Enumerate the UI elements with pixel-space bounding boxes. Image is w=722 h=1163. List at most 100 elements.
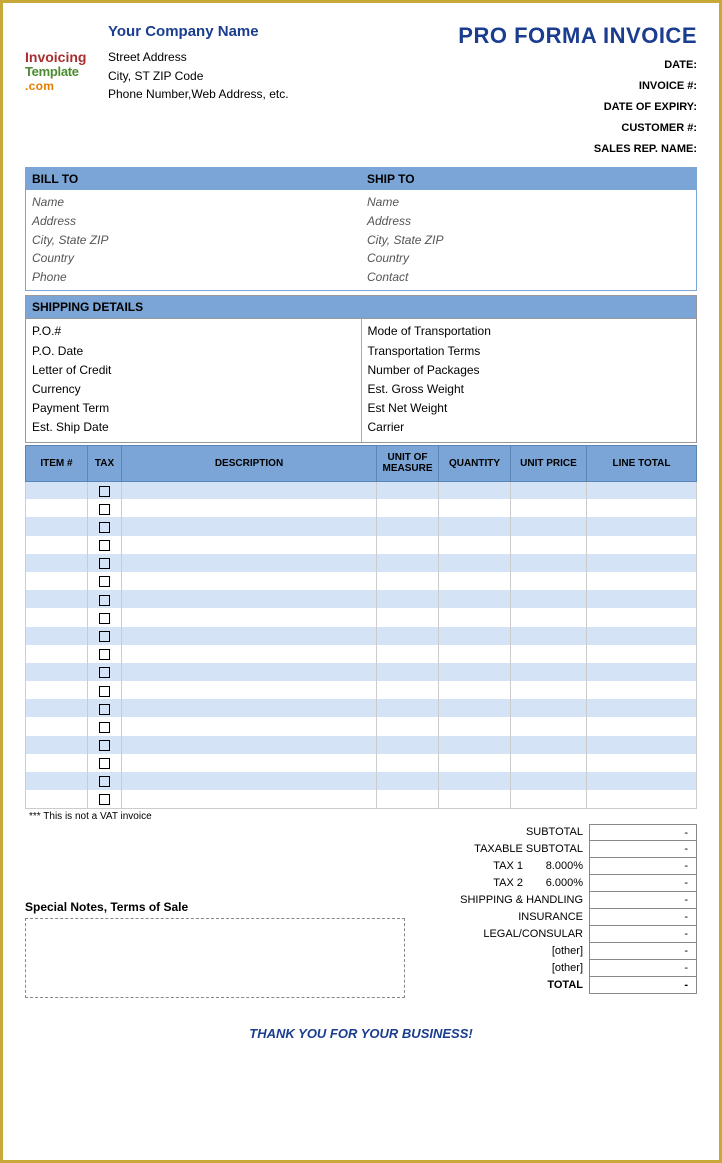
qty-cell[interactable] — [439, 699, 511, 717]
desc-cell[interactable] — [122, 554, 377, 572]
item-cell[interactable] — [26, 627, 88, 645]
desc-cell[interactable] — [122, 536, 377, 554]
desc-cell[interactable] — [122, 517, 377, 535]
desc-cell[interactable] — [122, 572, 377, 590]
desc-cell[interactable] — [122, 717, 377, 735]
unit-cell[interactable] — [377, 627, 439, 645]
unit-cell[interactable] — [377, 717, 439, 735]
item-cell[interactable] — [26, 554, 88, 572]
checkbox-icon[interactable] — [99, 704, 110, 715]
checkbox-icon[interactable] — [99, 649, 110, 660]
checkbox-icon[interactable] — [99, 595, 110, 606]
price-cell[interactable] — [511, 536, 587, 554]
desc-cell[interactable] — [122, 772, 377, 790]
unit-cell[interactable] — [377, 772, 439, 790]
item-cell[interactable] — [26, 717, 88, 735]
desc-cell[interactable] — [122, 736, 377, 754]
price-cell[interactable] — [511, 517, 587, 535]
item-cell[interactable] — [26, 590, 88, 608]
item-cell[interactable] — [26, 536, 88, 554]
unit-cell[interactable] — [377, 572, 439, 590]
checkbox-icon[interactable] — [99, 576, 110, 587]
qty-cell[interactable] — [439, 772, 511, 790]
item-cell[interactable] — [26, 481, 88, 499]
unit-cell[interactable] — [377, 754, 439, 772]
qty-cell[interactable] — [439, 517, 511, 535]
item-cell[interactable] — [26, 499, 88, 517]
checkbox-icon[interactable] — [99, 686, 110, 697]
checkbox-icon[interactable] — [99, 776, 110, 787]
price-cell[interactable] — [511, 754, 587, 772]
item-cell[interactable] — [26, 790, 88, 808]
price-cell[interactable] — [511, 481, 587, 499]
qty-cell[interactable] — [439, 736, 511, 754]
qty-cell[interactable] — [439, 717, 511, 735]
unit-cell[interactable] — [377, 499, 439, 517]
unit-cell[interactable] — [377, 736, 439, 754]
price-cell[interactable] — [511, 645, 587, 663]
checkbox-icon[interactable] — [99, 722, 110, 733]
price-cell[interactable] — [511, 681, 587, 699]
checkbox-icon[interactable] — [99, 486, 110, 497]
unit-cell[interactable] — [377, 481, 439, 499]
unit-cell[interactable] — [377, 536, 439, 554]
price-cell[interactable] — [511, 572, 587, 590]
checkbox-icon[interactable] — [99, 631, 110, 642]
checkbox-icon[interactable] — [99, 740, 110, 751]
item-cell[interactable] — [26, 754, 88, 772]
desc-cell[interactable] — [122, 790, 377, 808]
desc-cell[interactable] — [122, 590, 377, 608]
qty-cell[interactable] — [439, 681, 511, 699]
checkbox-icon[interactable] — [99, 794, 110, 805]
unit-cell[interactable] — [377, 699, 439, 717]
unit-cell[interactable] — [377, 790, 439, 808]
item-cell[interactable] — [26, 517, 88, 535]
price-cell[interactable] — [511, 590, 587, 608]
unit-cell[interactable] — [377, 681, 439, 699]
checkbox-icon[interactable] — [99, 504, 110, 515]
desc-cell[interactable] — [122, 663, 377, 681]
item-cell[interactable] — [26, 645, 88, 663]
qty-cell[interactable] — [439, 572, 511, 590]
item-cell[interactable] — [26, 663, 88, 681]
unit-cell[interactable] — [377, 663, 439, 681]
item-cell[interactable] — [26, 699, 88, 717]
checkbox-icon[interactable] — [99, 558, 110, 569]
price-cell[interactable] — [511, 790, 587, 808]
qty-cell[interactable] — [439, 590, 511, 608]
desc-cell[interactable] — [122, 499, 377, 517]
price-cell[interactable] — [511, 627, 587, 645]
qty-cell[interactable] — [439, 754, 511, 772]
unit-cell[interactable] — [377, 645, 439, 663]
qty-cell[interactable] — [439, 608, 511, 626]
price-cell[interactable] — [511, 554, 587, 572]
price-cell[interactable] — [511, 717, 587, 735]
desc-cell[interactable] — [122, 627, 377, 645]
price-cell[interactable] — [511, 663, 587, 681]
price-cell[interactable] — [511, 736, 587, 754]
special-notes-box[interactable] — [25, 918, 405, 998]
qty-cell[interactable] — [439, 645, 511, 663]
item-cell[interactable] — [26, 572, 88, 590]
unit-cell[interactable] — [377, 608, 439, 626]
item-cell[interactable] — [26, 681, 88, 699]
checkbox-icon[interactable] — [99, 667, 110, 678]
desc-cell[interactable] — [122, 608, 377, 626]
qty-cell[interactable] — [439, 663, 511, 681]
qty-cell[interactable] — [439, 481, 511, 499]
item-cell[interactable] — [26, 736, 88, 754]
unit-cell[interactable] — [377, 517, 439, 535]
checkbox-icon[interactable] — [99, 613, 110, 624]
price-cell[interactable] — [511, 499, 587, 517]
qty-cell[interactable] — [439, 536, 511, 554]
qty-cell[interactable] — [439, 554, 511, 572]
desc-cell[interactable] — [122, 754, 377, 772]
checkbox-icon[interactable] — [99, 540, 110, 551]
item-cell[interactable] — [26, 772, 88, 790]
qty-cell[interactable] — [439, 790, 511, 808]
unit-cell[interactable] — [377, 554, 439, 572]
price-cell[interactable] — [511, 699, 587, 717]
qty-cell[interactable] — [439, 627, 511, 645]
price-cell[interactable] — [511, 608, 587, 626]
price-cell[interactable] — [511, 772, 587, 790]
